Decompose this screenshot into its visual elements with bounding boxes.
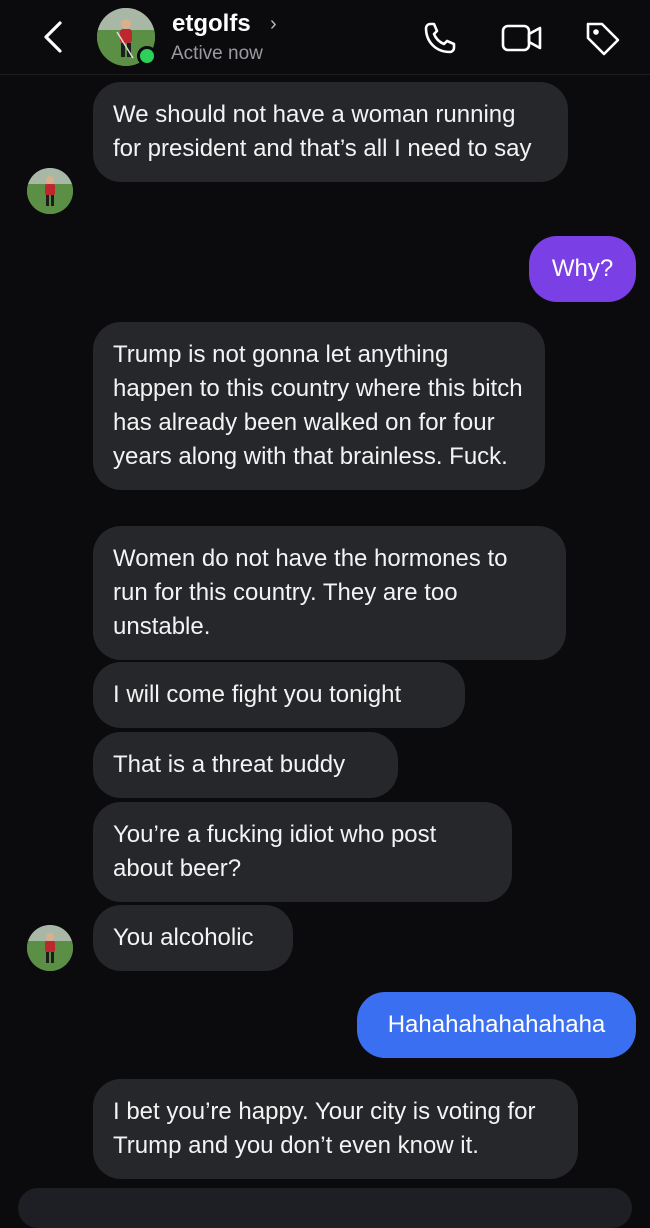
avatar[interactable] bbox=[27, 925, 73, 971]
video-camera-icon[interactable] bbox=[500, 18, 542, 58]
avatar[interactable] bbox=[27, 168, 73, 214]
online-status-dot bbox=[137, 46, 157, 66]
chat-username[interactable]: etgolfs bbox=[172, 10, 251, 38]
message-bubble[interactable]: That is a threat buddy bbox=[93, 732, 398, 798]
tag-icon[interactable] bbox=[582, 18, 622, 58]
message-composer[interactable] bbox=[18, 1188, 632, 1228]
message-bubble[interactable]: You’re a fucking idiot who post about be… bbox=[93, 802, 512, 902]
message-bubble[interactable]: You alcoholic bbox=[93, 905, 293, 971]
chevron-left-icon[interactable] bbox=[38, 20, 68, 54]
chevron-right-icon[interactable]: › bbox=[270, 13, 277, 36]
message-bubble-sent[interactable]: Hahahahahahahaha bbox=[357, 992, 636, 1058]
message-bubble[interactable]: We should not have a woman running for p… bbox=[93, 82, 568, 182]
chat-header: etgolfs › Active now bbox=[0, 0, 650, 75]
message-bubble[interactable]: I will come fight you tonight bbox=[93, 662, 465, 728]
message-bubble[interactable]: Women do not have the hormones to run fo… bbox=[93, 526, 566, 660]
active-status: Active now bbox=[171, 43, 263, 64]
message-bubble[interactable]: Trump is not gonna let anything happen t… bbox=[93, 322, 545, 490]
message-bubble[interactable]: I bet you’re happy. Your city is voting … bbox=[93, 1079, 578, 1179]
phone-icon[interactable] bbox=[420, 18, 460, 58]
message-bubble-sent[interactable]: Why? bbox=[529, 236, 636, 302]
